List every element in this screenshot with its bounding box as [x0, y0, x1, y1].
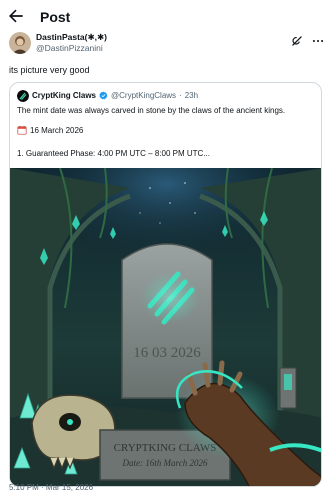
author-info[interactable]: DastinPasta(✱,✱) @DastinPizzanini [36, 32, 107, 54]
quoted-avatar[interactable] [17, 89, 29, 102]
arrow-left-icon[interactable] [6, 6, 26, 26]
separator-dot: · [179, 91, 182, 100]
phase-line: 1. Guaranteed Phase: 4:00 PM UTC – 8:00 … [17, 149, 210, 158]
mint-date-line: 16 March 2026 [17, 125, 83, 135]
top-bar: Post [0, 0, 332, 34]
avatar[interactable] [9, 32, 31, 54]
artwork-image[interactable]: 16 03 2026 CRYPTKING CLAWS Date: 16th Ma… [10, 168, 322, 487]
quoted-author-name[interactable]: CryptKing Claws [32, 91, 96, 100]
post-text: its picture very good [9, 65, 90, 75]
stone-date-text: 16 03 2026 [133, 345, 201, 361]
quoted-post-text: The mint date was always carved in stone… [17, 106, 286, 115]
quoted-author-handle[interactable]: @CryptKingClaws [111, 91, 176, 100]
ellipsis-icon[interactable] [311, 34, 325, 48]
quoted-post[interactable]: CryptKing Claws @CryptKingClaws · 23h Th… [9, 82, 322, 487]
quoted-post-header: CryptKing Claws @CryptKingClaws · 23h [17, 89, 198, 102]
author-handle[interactable]: @DastinPizzanini [36, 43, 107, 54]
plaque-subtitle: Date: 16th March 2026 [122, 458, 208, 468]
calendar-icon [17, 125, 27, 135]
mint-date-text: 16 March 2026 [30, 125, 84, 135]
author-name[interactable]: DastinPasta(✱,✱) [36, 32, 107, 43]
post-timestamp[interactable]: 5:10 PM · Mar 15, 2026 [9, 483, 93, 492]
page-title: Post [40, 9, 71, 25]
post-detail-page: Post DastinPasta(✱,✱) @DastinPizzanini i… [0, 0, 332, 500]
quoted-post-age: 23h [184, 91, 199, 100]
grok-icon[interactable] [290, 34, 304, 48]
verified-badge-icon [99, 91, 108, 100]
